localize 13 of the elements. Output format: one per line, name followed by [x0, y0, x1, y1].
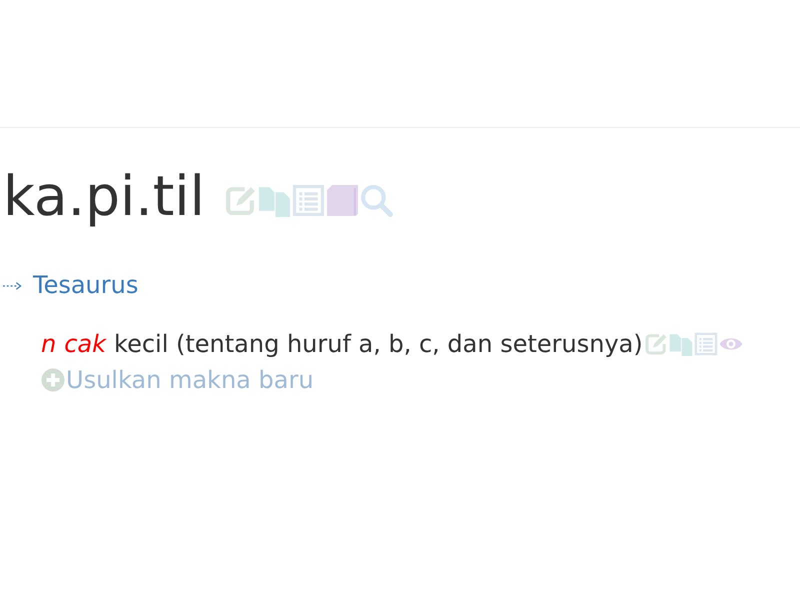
book-icon[interactable] [326, 184, 359, 216]
arrow-icon [3, 281, 22, 291]
sense-label: cak [64, 330, 106, 358]
search-icon[interactable] [360, 184, 393, 216]
eye-icon[interactable] [718, 336, 743, 352]
list-icon[interactable] [292, 184, 325, 216]
headword: ka.pi.til [3, 164, 205, 228]
definition-text: kecil (tentang huruf a, b, c, dan seterusnya) [114, 330, 643, 358]
documents-icon[interactable] [668, 332, 693, 356]
edit-icon[interactable] [644, 332, 668, 356]
list-icon[interactable] [694, 332, 718, 356]
thesaurus-link[interactable]: Tesaurus [33, 271, 138, 299]
sense-label: n [41, 330, 56, 358]
